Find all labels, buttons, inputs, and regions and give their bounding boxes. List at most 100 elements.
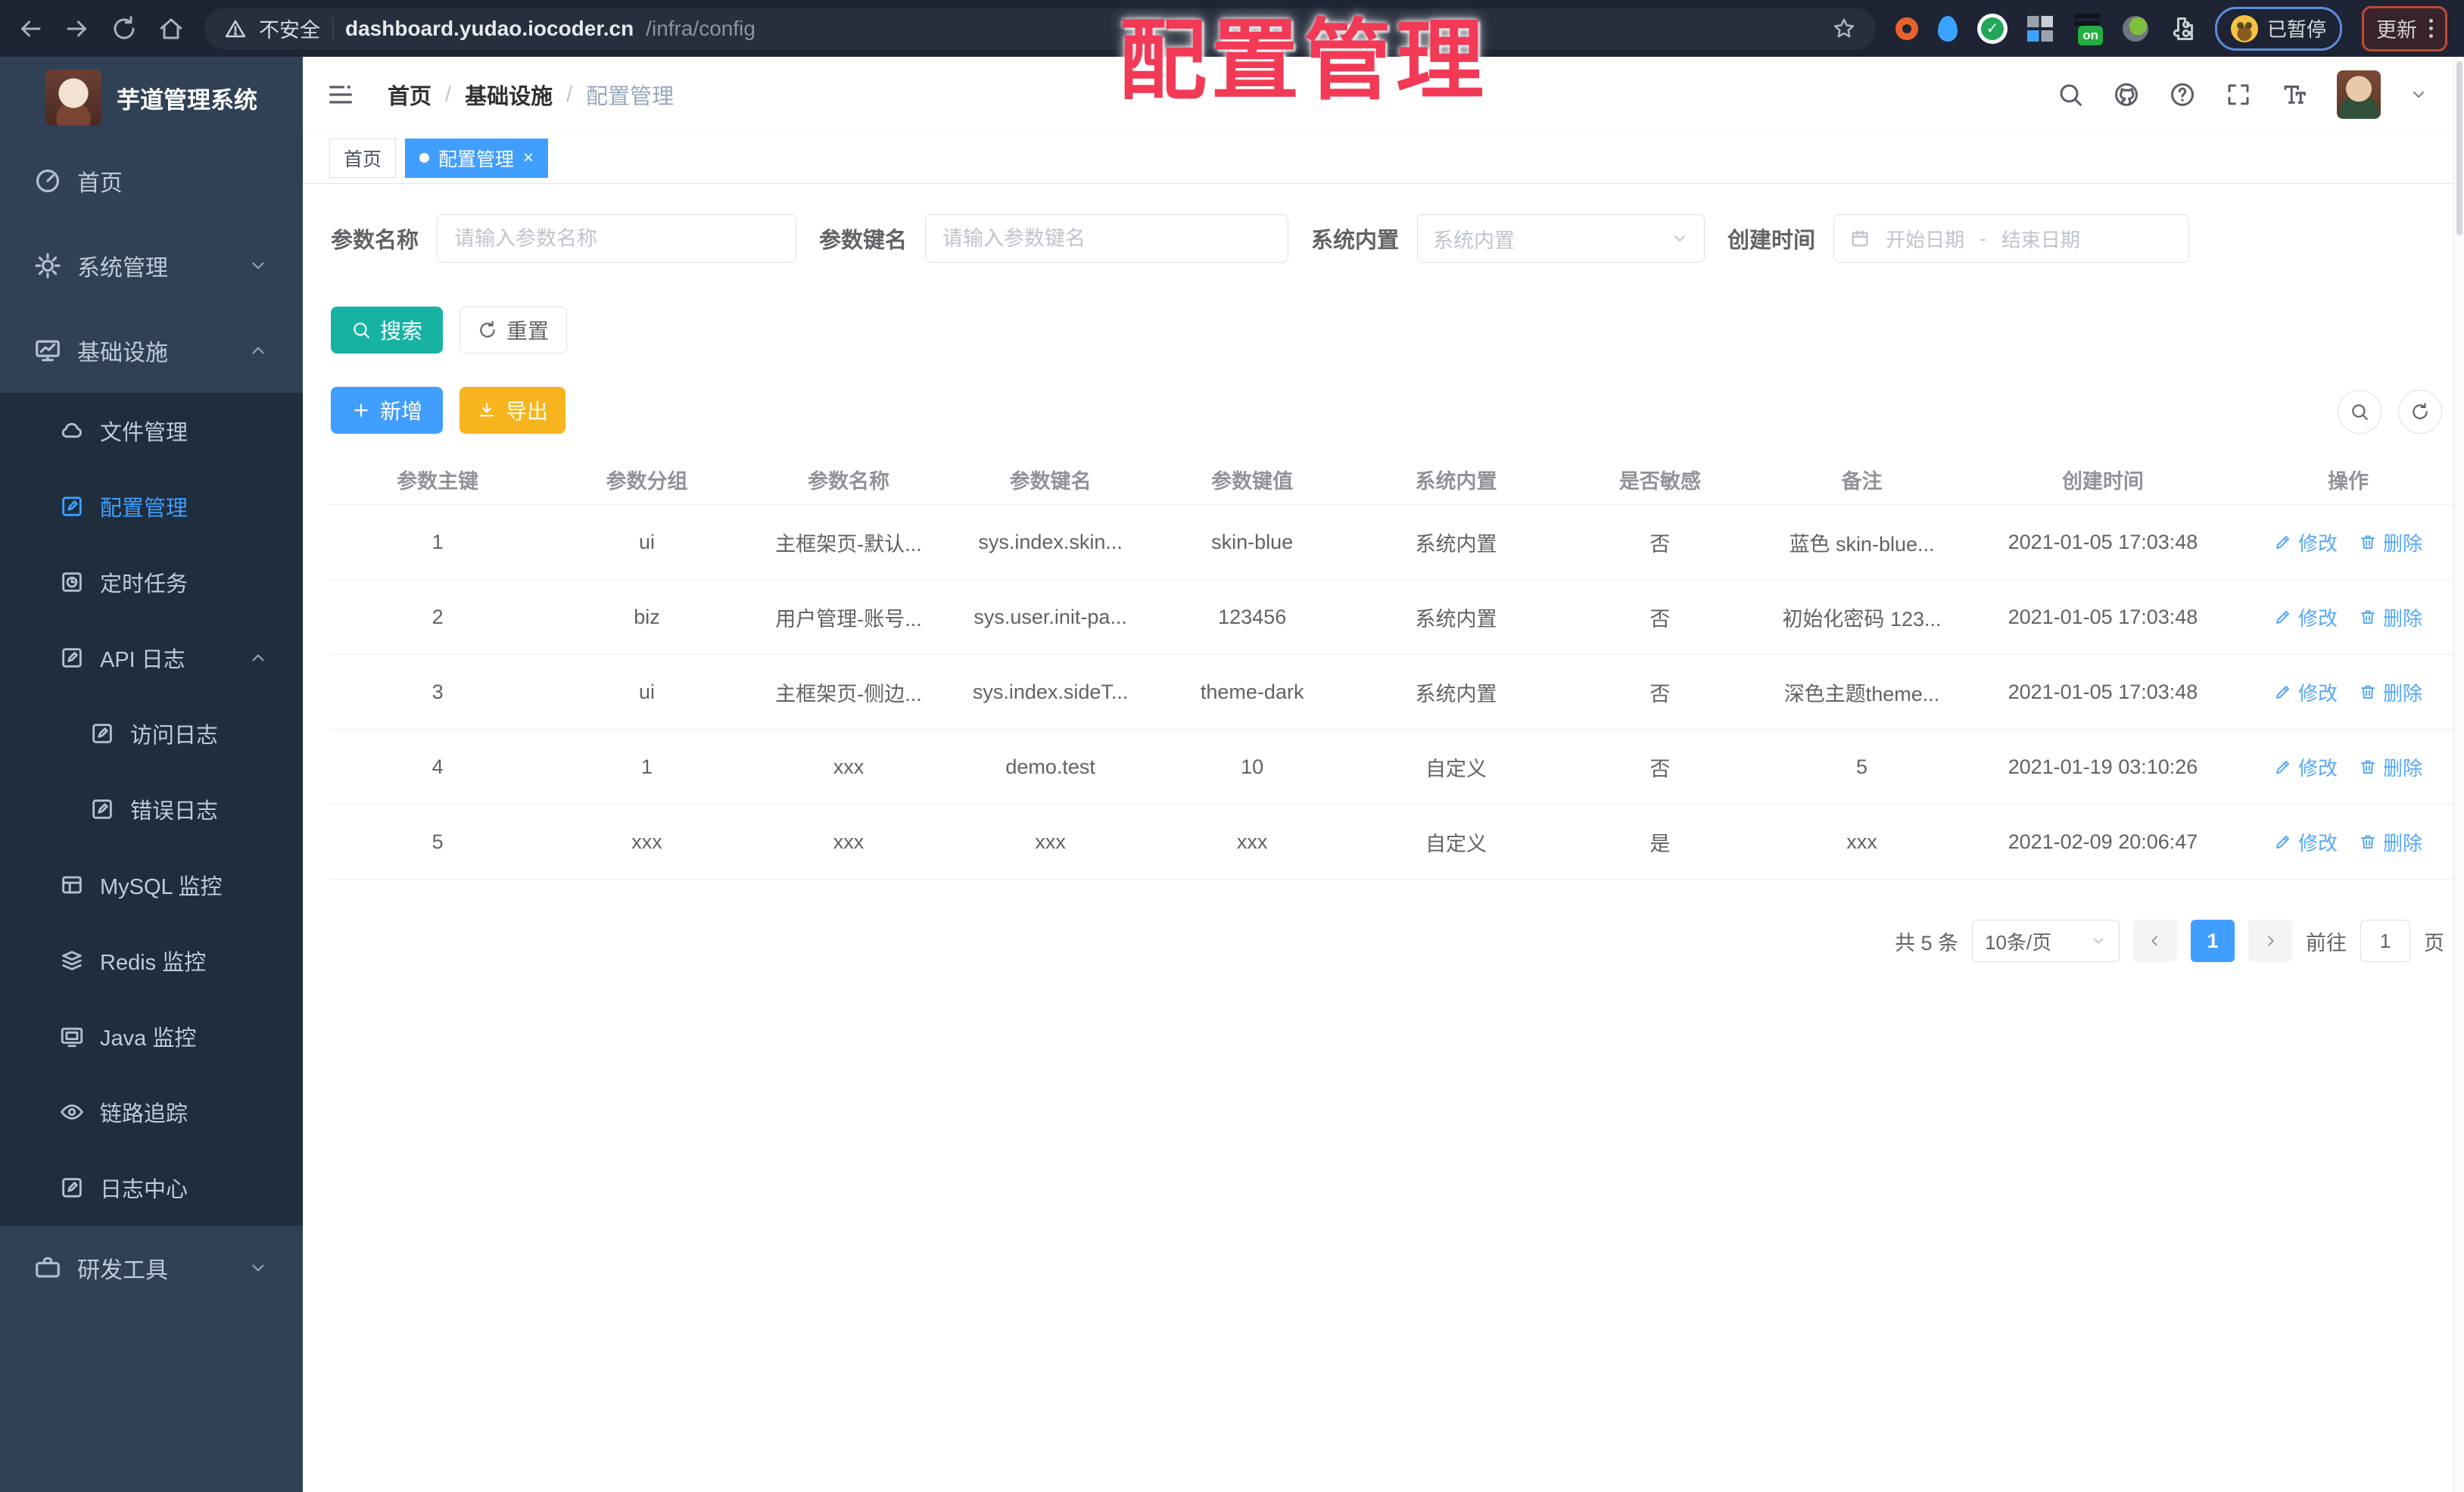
cell: 5	[431, 830, 444, 853]
cell: ui	[638, 530, 655, 553]
breadcrumb-home[interactable]: 首页	[388, 79, 431, 111]
delete-link[interactable]: 删除	[2359, 528, 2422, 556]
paused-label: 已暂停	[2266, 18, 2326, 41]
scrollbar[interactable]	[2453, 57, 2464, 1492]
current-page-button[interactable]: 1	[2191, 920, 2235, 962]
cell: xxx	[1846, 830, 1877, 853]
address-bar[interactable]: 不安全 dashboard.yudao.iocoder.cn /infra/co…	[204, 8, 1876, 49]
cell: 2021-01-05 17:03:48	[2008, 680, 2198, 703]
sidebar-item-access-log[interactable]: 访问日志	[0, 696, 303, 771]
sidebar-item-redis-monitor[interactable]: Redis 监控	[0, 923, 303, 998]
reset-button[interactable]: 重置	[459, 307, 567, 354]
sidebar-item-file-manage[interactable]: 文件管理	[0, 393, 303, 469]
page-size-select[interactable]: 10条/页	[1972, 920, 2120, 962]
extension-on-badge-icon[interactable]: on	[2073, 12, 2103, 45]
breadcrumb-infra[interactable]: 基础设施	[465, 79, 553, 111]
total-count: 共 5 条	[1894, 931, 1958, 955]
edit-label: 修改	[2298, 681, 2338, 705]
help-icon[interactable]	[2169, 81, 2196, 108]
close-icon[interactable]: ×	[523, 148, 534, 167]
sidebar-item-dev-tools[interactable]: 研发工具	[0, 1226, 303, 1310]
row-actions: 修改 删除	[2243, 828, 2453, 856]
param-name-input[interactable]	[437, 214, 797, 263]
sidebar-item-api-log[interactable]: API 日志	[0, 620, 303, 696]
cell: 自定义	[1425, 832, 1487, 855]
cell: 否	[1649, 682, 1671, 706]
browser-update-button[interactable]: 更新	[2362, 5, 2447, 51]
sidebar-item-java-monitor[interactable]: Java 监控	[0, 998, 303, 1074]
filter-type-label: 系统内置	[1311, 229, 1400, 253]
not-secure-icon[interactable]	[224, 17, 247, 40]
extensions-puzzle-icon[interactable]	[2168, 15, 2195, 42]
fullscreen-icon[interactable]	[2225, 81, 2252, 108]
home-icon[interactable]	[157, 15, 185, 42]
delete-link[interactable]: 删除	[2359, 603, 2422, 631]
search-icon[interactable]	[2057, 81, 2084, 108]
paused-badge[interactable]: 已暂停	[2214, 6, 2342, 51]
cell: ui	[638, 680, 655, 703]
scrollbar-thumb[interactable]	[2456, 61, 2462, 235]
param-key-input[interactable]	[925, 214, 1289, 263]
chevron-up-icon	[248, 341, 268, 360]
extension-leaf-icon[interactable]	[2122, 15, 2148, 42]
date-separator: -	[1980, 226, 1986, 250]
edit-link[interactable]: 修改	[2274, 828, 2338, 856]
next-page-button[interactable]	[2248, 920, 2292, 962]
table-tool-buttons	[2338, 390, 2442, 434]
sidebar-item-tracing[interactable]: 链路追踪	[0, 1074, 303, 1150]
refresh-table-button[interactable]	[2398, 390, 2442, 434]
user-avatar[interactable]	[2337, 70, 2381, 119]
sidebar-item-infra[interactable]: 基础设施	[0, 308, 303, 393]
sidebar-item-home[interactable]: 首页	[0, 139, 303, 223]
sidebar-item-log-center[interactable]: 日志中心	[0, 1150, 303, 1226]
system-builtin-select[interactable]: 系统内置	[1417, 214, 1705, 263]
font-size-icon[interactable]	[2281, 81, 2308, 108]
delete-link[interactable]: 删除	[2359, 828, 2422, 856]
cell: 10	[1241, 755, 1264, 778]
add-button[interactable]: 新增	[331, 387, 443, 434]
sidebar-logo-row[interactable]: 芋道管理系统	[0, 57, 303, 139]
search-button[interactable]: 搜索	[331, 307, 443, 354]
delete-link[interactable]: 删除	[2359, 678, 2422, 706]
tab-config-manage[interactable]: 配置管理 ×	[405, 138, 549, 178]
sidebar-item-system[interactable]: 系统管理	[0, 223, 303, 308]
extension-squares-icon[interactable]	[2026, 15, 2053, 42]
delete-label: 删除	[2383, 606, 2423, 630]
forward-icon[interactable]	[64, 15, 91, 42]
bookmark-star-icon[interactable]	[1832, 17, 1856, 41]
create-time-range-picker[interactable]: 开始日期 - 结束日期	[1833, 214, 2190, 263]
extension-pin-icon[interactable]	[1937, 15, 1958, 42]
toggle-search-button[interactable]	[2338, 390, 2381, 434]
edit-link[interactable]: 修改	[2274, 753, 2338, 781]
chevron-down-icon	[1671, 229, 1689, 248]
sidebar-item-scheduled-tasks[interactable]: 定时任务	[0, 544, 303, 620]
kebab-menu-icon[interactable]	[2429, 19, 2433, 38]
extension-orange-icon[interactable]	[1895, 17, 1918, 40]
sidebar-item-mysql-monitor[interactable]: MySQL 监控	[0, 847, 303, 923]
col-header: 操作	[2328, 469, 2369, 493]
refresh-icon	[2410, 402, 2430, 422]
hamburger-menu-icon[interactable]	[326, 79, 356, 110]
edit-link[interactable]: 修改	[2274, 528, 2338, 556]
extension-green-check-icon[interactable]: ✓	[1976, 13, 2008, 44]
action-button-row: 新增 导出	[331, 387, 565, 434]
delete-link[interactable]: 删除	[2359, 753, 2422, 781]
sidebar-item-config-manage[interactable]: 配置管理	[0, 469, 303, 544]
export-button[interactable]: 导出	[459, 387, 565, 434]
sidebar-item-error-log[interactable]: 错误日志	[0, 771, 303, 847]
back-icon[interactable]	[17, 15, 44, 42]
prev-page-button[interactable]	[2133, 920, 2177, 962]
col-header: 创建时间	[2061, 469, 2144, 493]
edit-link[interactable]: 修改	[2274, 678, 2338, 706]
chevron-down-icon[interactable]	[2409, 86, 2428, 104]
github-icon[interactable]	[2113, 81, 2140, 108]
filter-date-label: 创建时间	[1727, 229, 1816, 253]
trash-icon	[2359, 758, 2377, 776]
date-end-placeholder: 结束日期	[2001, 228, 2080, 251]
goto-page-input[interactable]	[2360, 920, 2410, 962]
security-label: 不安全	[259, 19, 320, 42]
edit-link[interactable]: 修改	[2274, 603, 2338, 631]
col-header: 系统内置	[1415, 469, 1497, 493]
reload-icon[interactable]	[111, 15, 138, 42]
tab-home[interactable]: 首页	[329, 138, 397, 178]
